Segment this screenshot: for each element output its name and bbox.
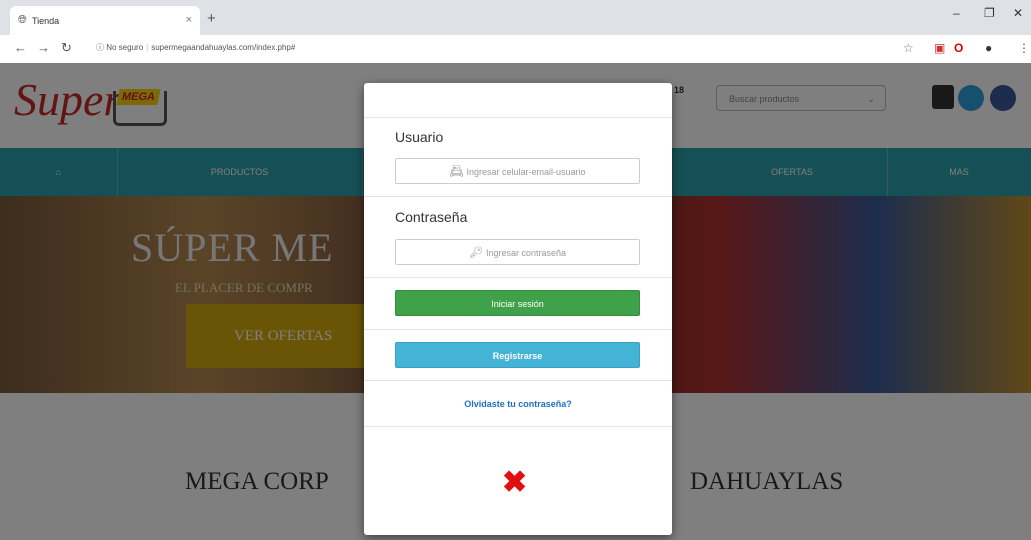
login-modal: Usuario 📇︎ Ingresar celular-email-usuario… (364, 83, 672, 535)
user-placeholder: Ingresar celular-email-usuario (466, 167, 586, 177)
reload-icon[interactable]: ↻ (61, 40, 72, 56)
browser-tab-strip: 🌐︎ Tienda × + – ❐ ✕ (0, 0, 1031, 35)
modal-header (364, 83, 672, 118)
bookmark-star-icon[interactable]: ☆ (903, 41, 914, 55)
info-icon: ⓘ (96, 43, 104, 52)
opera-icon[interactable]: O (954, 41, 963, 55)
register-button[interactable]: Registrarse (395, 342, 640, 368)
divider (364, 277, 672, 278)
user-label: Usuario (395, 129, 444, 145)
extension-icon[interactable]: ▣ (934, 41, 945, 55)
address-bar: ← → ↻ ⓘ No seguro | supermegaandahuaylas.c… (0, 35, 1031, 64)
menu-icon[interactable]: ⋮ (1018, 41, 1030, 55)
login-button[interactable]: Iniciar sesión (395, 290, 640, 316)
user-card-icon: 📇︎ (449, 166, 464, 178)
divider (364, 196, 672, 197)
close-window-icon[interactable]: ✕ (1013, 6, 1023, 20)
browser-tab[interactable]: 🌐︎ Tienda × (10, 6, 200, 35)
tab-title: Tienda (32, 16, 60, 26)
divider (364, 426, 672, 427)
forward-icon[interactable]: → (37, 40, 50, 55)
url-text: supermegaandahuaylas.com/index.php# (151, 43, 296, 52)
forgot-password-link[interactable]: Olvidaste tu contraseña? (364, 399, 672, 409)
tab-close-icon[interactable]: × (186, 14, 192, 26)
back-icon[interactable]: ← (14, 40, 27, 55)
password-label: Contraseña (395, 209, 468, 225)
key-icon: 🔑︎ (468, 247, 483, 259)
globe-icon: 🌐︎ (18, 14, 27, 26)
password-placeholder: Ingresar contraseña (485, 248, 566, 258)
close-icon[interactable]: ✖ (502, 468, 527, 498)
user-input[interactable]: 📇︎ Ingresar celular-email-usuario (395, 158, 640, 184)
account-icon[interactable]: ● (985, 41, 992, 55)
divider (364, 329, 672, 330)
minimize-icon[interactable]: – (953, 6, 960, 20)
maximize-icon[interactable]: ❐ (984, 6, 995, 20)
divider (364, 380, 672, 381)
new-tab-button[interactable]: + (207, 10, 216, 27)
password-input[interactable]: 🔑︎ Ingresar contraseña (395, 239, 640, 265)
url-field[interactable]: ⓘ No seguro | supermegaandahuaylas.com/ind… (96, 40, 295, 56)
security-label: No seguro (106, 43, 144, 52)
